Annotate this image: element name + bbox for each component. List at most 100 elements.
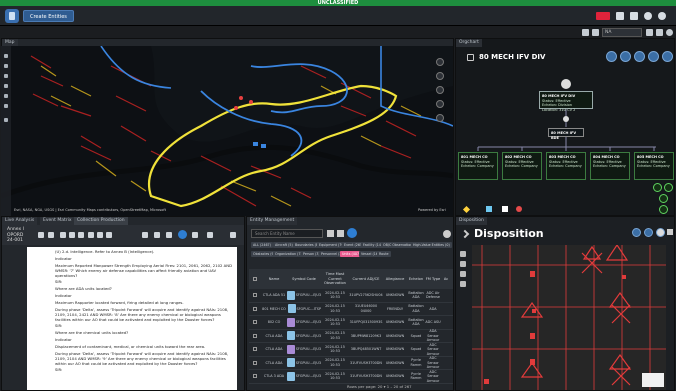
disposition-tab[interactable]: Disposition — [456, 217, 487, 225]
add-entity-icon[interactable] — [347, 228, 357, 238]
org-node-child[interactable]: 804 MECH CO Status: Effective Echelon: C… — [590, 152, 630, 180]
window-icon[interactable] — [630, 12, 638, 20]
locate-icon[interactable] — [4, 84, 8, 88]
disp-save-icon[interactable] — [644, 228, 653, 237]
map-canvas[interactable] — [1, 46, 453, 216]
save-layout-icon[interactable] — [656, 29, 663, 36]
save-doc-icon[interactable] — [178, 230, 187, 239]
map-filter-icon[interactable] — [436, 86, 444, 94]
col-header[interactable]: Allegiance — [383, 277, 407, 282]
entity-save-icon[interactable] — [443, 230, 451, 238]
underline-icon[interactable] — [78, 232, 84, 238]
align-icon[interactable] — [88, 232, 94, 238]
image-icon[interactable] — [106, 232, 112, 238]
more-icon[interactable] — [207, 232, 213, 238]
filter-chip[interactable]: Route — [377, 251, 391, 257]
table-row[interactable]: 802 CO SFGPUU---EJU3 2024-02-15 10:53 31… — [249, 316, 453, 330]
map-legend-icon[interactable] — [436, 114, 444, 122]
copy-icon[interactable] — [154, 232, 160, 238]
map-layers-icon[interactable] — [436, 72, 444, 80]
home-icon[interactable] — [4, 74, 8, 78]
settings-icon[interactable] — [658, 12, 666, 20]
disp-pan-icon[interactable] — [460, 271, 466, 277]
org-center-icon[interactable] — [659, 194, 668, 203]
filter-chip[interactable]: ALL (2467) — [251, 242, 273, 248]
entity-tab[interactable]: Entity Management — [247, 217, 298, 225]
org-fit-icon[interactable] — [659, 205, 668, 214]
row-checkbox[interactable] — [253, 320, 257, 325]
map-basemap-icon[interactable] — [436, 58, 444, 66]
row-select[interactable] — [249, 293, 261, 298]
doc-body[interactable]: (U) 2.d. Intelligence. Refer to Annex B … — [27, 247, 237, 390]
col-header[interactable]: Current ADJ/CE — [349, 277, 383, 282]
org-expand-icon[interactable] — [653, 183, 662, 192]
row-select[interactable] — [249, 360, 261, 365]
disp-more-icon[interactable] — [667, 229, 673, 235]
zoom-in-icon[interactable] — [4, 54, 8, 58]
row-checkbox[interactable] — [253, 360, 257, 365]
expand-icon[interactable] — [460, 229, 470, 239]
org-node-child[interactable]: 803 MECH CO Status: Effective Echelon: C… — [546, 152, 586, 180]
measure-icon[interactable] — [4, 104, 8, 108]
edit-icon[interactable] — [38, 232, 44, 238]
col-header[interactable]: Ac — [441, 277, 451, 282]
layers-icon[interactable] — [4, 118, 8, 122]
col-header[interactable]: Time Most Current Observation — [321, 272, 349, 286]
row-checkbox[interactable] — [253, 374, 257, 379]
columns-icon[interactable] — [337, 230, 344, 237]
italic-icon[interactable] — [69, 232, 75, 238]
col-header[interactable]: FM Type — [425, 277, 441, 282]
filter-icon[interactable] — [327, 230, 334, 237]
tab-collection-production[interactable]: Collection Production — [74, 217, 128, 225]
row-select[interactable] — [249, 374, 261, 379]
select-all-checkbox[interactable] — [253, 277, 257, 281]
help-icon[interactable] — [644, 12, 652, 20]
table-row[interactable]: CTLA ADA SFGPUU---EJU3 2024-02-15 10:53 … — [249, 356, 453, 370]
map-print-icon[interactable] — [436, 100, 444, 108]
row-checkbox[interactable] — [253, 293, 257, 298]
disposition-canvas[interactable] — [472, 243, 666, 390]
disp-add-icon[interactable] — [632, 228, 641, 237]
row-checkbox[interactable] — [253, 306, 257, 311]
disp-info-icon[interactable] — [656, 228, 665, 237]
layout-select[interactable]: NA — [602, 28, 642, 37]
row-checkbox[interactable] — [253, 333, 257, 338]
table-row[interactable]: CTLA ADA 51 SFGPUU---EJU3 2024-02-15 10:… — [249, 289, 453, 303]
close-doc-icon[interactable] — [230, 232, 236, 238]
col-select[interactable] — [249, 277, 261, 281]
bold-icon[interactable] — [60, 232, 66, 238]
row-select[interactable] — [249, 320, 261, 325]
pagination[interactable]: Rows per page: 20 ▾ 1 – 20 of 267 — [347, 384, 412, 389]
save-icon[interactable] — [592, 29, 599, 36]
refresh-icon[interactable] — [646, 29, 653, 36]
table-row[interactable]: 801 MECH CO SFGPUC---ITSP 2024-02-15 10:… — [249, 303, 453, 316]
org-node-child[interactable]: 801 MECH CO Status: Effective Echelon: C… — [458, 152, 498, 180]
org-node-top[interactable]: 80 MECH IFV DIV Status: Effective Echelo… — [539, 91, 593, 112]
draw-icon[interactable] — [4, 94, 8, 98]
grid-icon[interactable] — [616, 12, 624, 20]
row-select[interactable] — [249, 306, 261, 311]
table-row[interactable]: CTLA 3 ADA SFGPUU---EJU3 2024-02-15 10:5… — [249, 370, 453, 384]
add-icon[interactable] — [582, 29, 589, 36]
tab-live-analysis[interactable]: Live Analysis — [2, 217, 38, 225]
gear-icon[interactable] — [666, 29, 673, 36]
disp-zoom-in-icon[interactable] — [460, 251, 466, 257]
export-icon[interactable] — [166, 232, 172, 238]
org-node-mid[interactable]: 80 MECH IFV BDE — [548, 128, 584, 140]
row-checkbox[interactable] — [253, 347, 257, 352]
list-icon[interactable] — [48, 232, 54, 238]
disp-layer-icon[interactable] — [460, 281, 466, 287]
org-collapse-icon[interactable] — [664, 183, 673, 192]
table-row[interactable]: CTLA ADA SFGPUU---EJU3 2024-02-15 10:53 … — [249, 329, 453, 343]
col-header[interactable]: Symbol Code — [287, 277, 321, 282]
tab-event-matrix[interactable]: Event Matrix — [40, 217, 75, 225]
row-select[interactable] — [249, 347, 261, 352]
disp-zoom-out-icon[interactable] — [460, 261, 466, 267]
filter-chip[interactable]: Aircraft (5) — [273, 242, 295, 248]
table-icon[interactable] — [97, 232, 103, 238]
entity-search-input[interactable]: Search Entity Name — [251, 229, 323, 238]
trash-icon[interactable] — [142, 232, 148, 238]
org-node-child[interactable]: 805 MECH CO Status: Effective Echelon: C… — [634, 152, 674, 180]
create-entities-button[interactable]: Create Entities — [23, 10, 74, 22]
row-select[interactable] — [249, 333, 261, 338]
